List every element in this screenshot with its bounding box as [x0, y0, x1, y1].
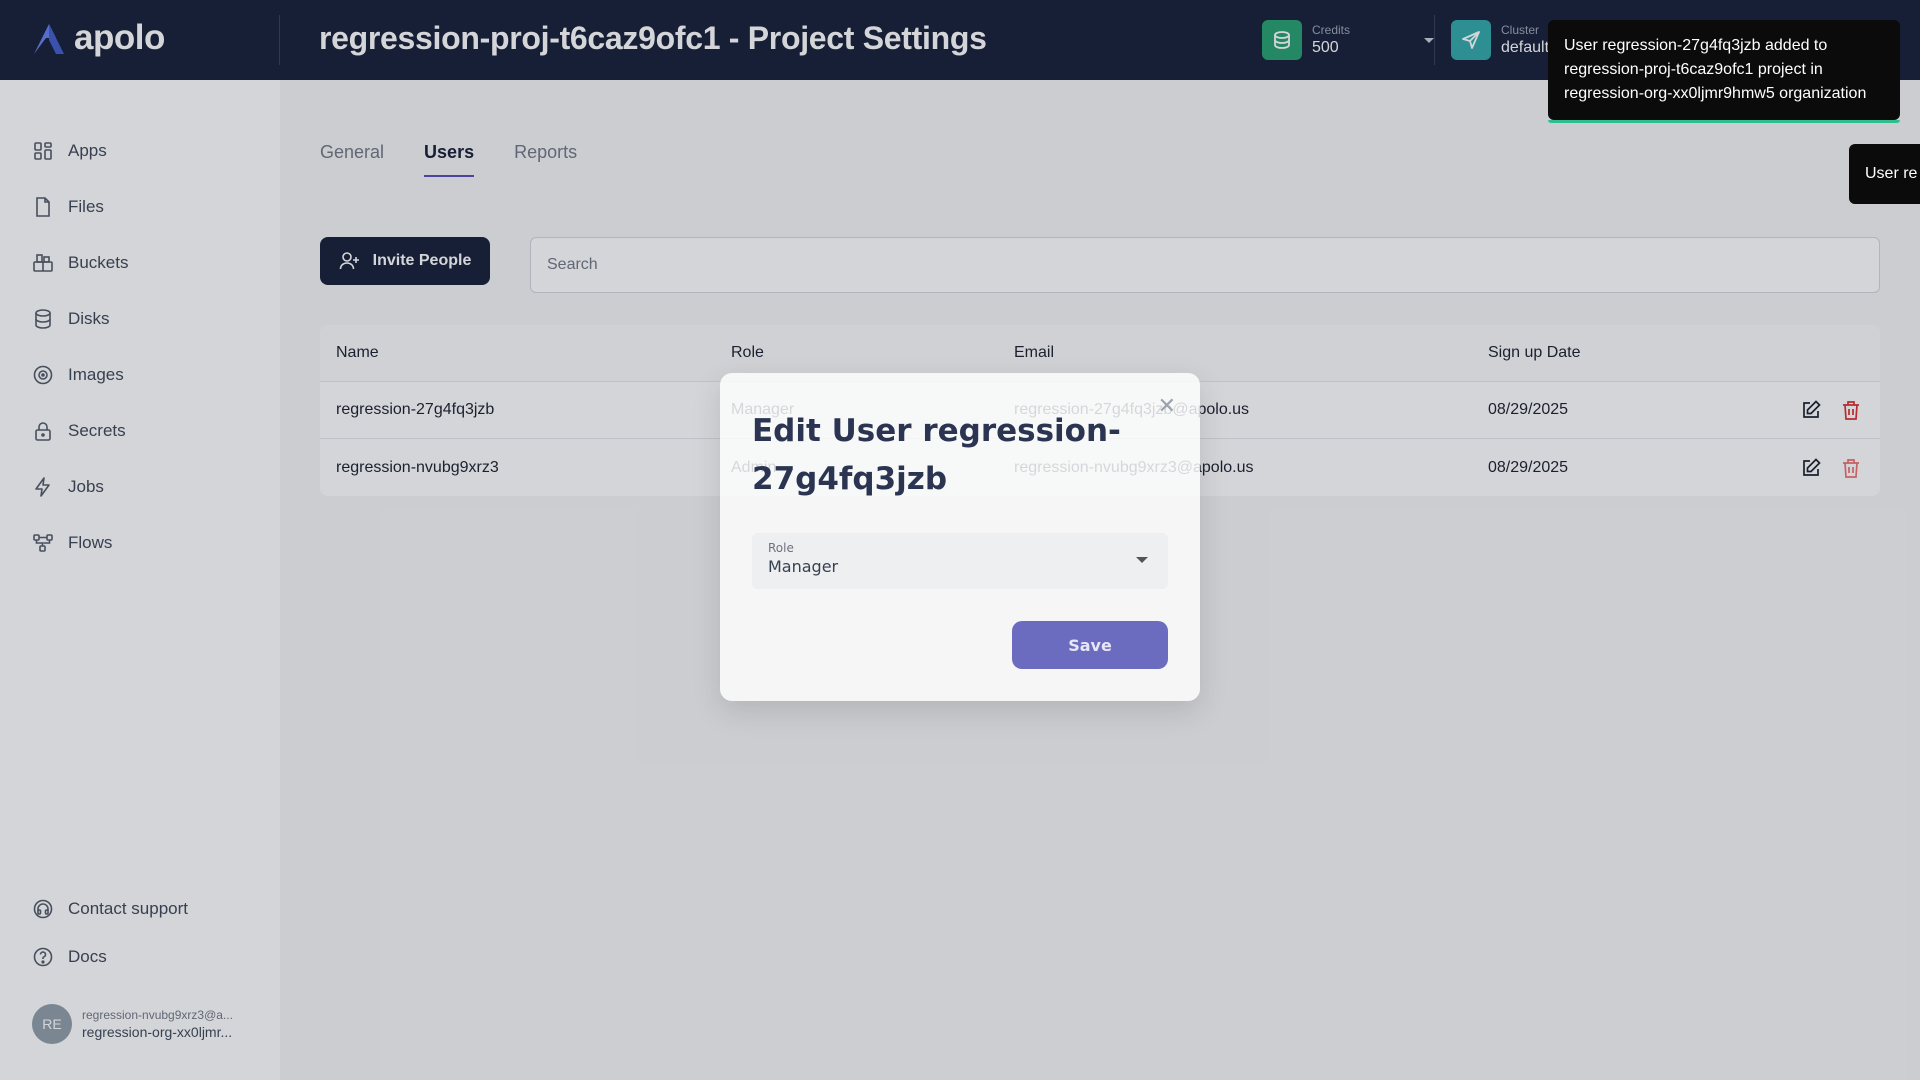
close-icon[interactable]: ✕: [1158, 393, 1176, 419]
role-field-label: Role: [768, 541, 794, 555]
dialog-title: Edit User regression-27g4fq3jzb: [752, 413, 1121, 497]
caret-down-icon: [1136, 557, 1148, 563]
toast-message: User re: [1865, 165, 1918, 182]
toast-message: User regression-27g4fq3jzb added to regr…: [1564, 37, 1867, 102]
toast-notification[interactable]: User re: [1849, 144, 1920, 204]
edit-user-dialog: ✕ Edit User regression-27g4fq3jzb Role M…: [720, 373, 1200, 701]
toast-notification[interactable]: User regression-27g4fq3jzb added to regr…: [1548, 20, 1900, 123]
role-select[interactable]: Role Manager: [752, 533, 1168, 589]
role-selected-value: Manager: [768, 557, 839, 576]
save-button[interactable]: Save: [1012, 621, 1168, 669]
